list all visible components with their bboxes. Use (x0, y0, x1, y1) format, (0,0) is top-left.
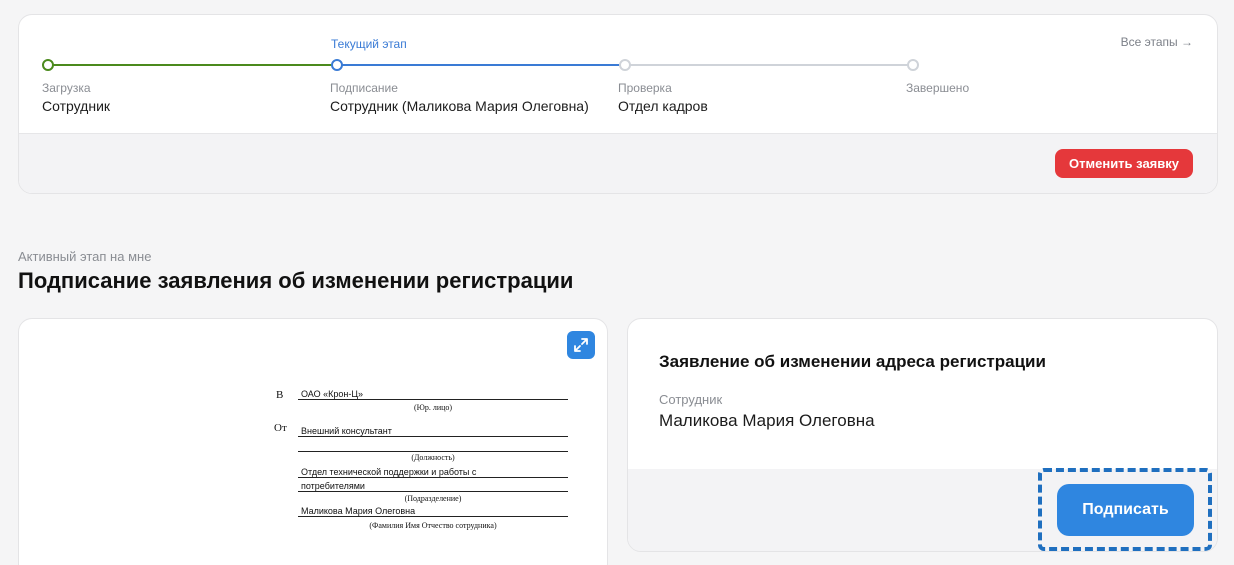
doc-position-caption: (Должность) (411, 453, 455, 462)
doc-position-value: Внешний консультант (298, 426, 568, 437)
request-title: Заявление об изменении адреса регистраци… (659, 352, 1046, 371)
current-stage-label: Текущий этап (331, 37, 407, 51)
doc-department-line2: потребителями (298, 481, 568, 492)
doc-to-value: ОАО «Крон-Ц» (298, 389, 568, 400)
stage-signing: Подписание Сотрудник (Маликова Мария Оле… (330, 81, 589, 115)
doc-department-caption: (Подразделение) (404, 494, 462, 503)
stage-upload: Загрузка Сотрудник (42, 81, 110, 115)
doc-employee-caption: (Фамилия Имя Отчество сотрудника) (369, 521, 497, 530)
doc-blank-line (298, 440, 568, 452)
stage-dot-review (619, 59, 631, 71)
section-subtitle: Активный этап на мне (18, 249, 152, 264)
stage-dot-upload (42, 59, 54, 71)
stage-dot-signing (331, 59, 343, 71)
employee-label: Сотрудник (659, 392, 723, 407)
progress-track-active (337, 64, 625, 66)
stage-name: Завершено (906, 81, 970, 95)
sign-button[interactable]: Подписать (1057, 484, 1194, 536)
doc-employee-value: Маликова Мария Олеговна (298, 506, 568, 517)
progress-actions: Отменить заявку (19, 133, 1217, 193)
progress-track-pending (625, 64, 913, 66)
expand-button[interactable] (567, 331, 595, 359)
request-info-card: Заявление об изменении адреса регистраци… (627, 318, 1218, 552)
stage-name: Загрузка (42, 81, 91, 95)
progress-card: Все этапы → Текущий этап Загрузка Сотруд… (18, 14, 1218, 194)
expand-arrows-icon (574, 338, 588, 352)
doc-from-prefix: От (274, 422, 287, 434)
doc-to-prefix: В (276, 389, 284, 401)
stage-actor: Отдел кадров (618, 98, 708, 114)
progress-track-done (48, 64, 336, 66)
cancel-request-button[interactable]: Отменить заявку (1055, 149, 1193, 178)
stage-name: Подписание (330, 81, 398, 95)
progress-tracker: Все этапы → Текущий этап Загрузка Сотруд… (19, 15, 1217, 133)
stage-dot-done (907, 59, 919, 71)
stage-actor: Сотрудник (Маликова Мария Олеговна) (330, 98, 589, 114)
employee-name: Маликова Мария Олеговна (659, 411, 875, 430)
all-stages-link[interactable]: Все этапы → (1121, 35, 1193, 49)
doc-department-line1: Отдел технической поддержки и работы с (298, 467, 568, 478)
stage-name: Проверка (618, 81, 672, 95)
stage-review: Проверка Отдел кадров (618, 81, 708, 115)
stage-actor: Сотрудник (42, 98, 111, 114)
page-title: Подписание заявления об изменении регист… (18, 268, 574, 293)
stage-done: Завершено (906, 81, 969, 98)
document-preview[interactable]: В ОАО «Крон-Ц» (Юр. лицо) От Внешний кон… (18, 318, 608, 565)
doc-to-caption: (Юр. лицо) (413, 403, 453, 412)
